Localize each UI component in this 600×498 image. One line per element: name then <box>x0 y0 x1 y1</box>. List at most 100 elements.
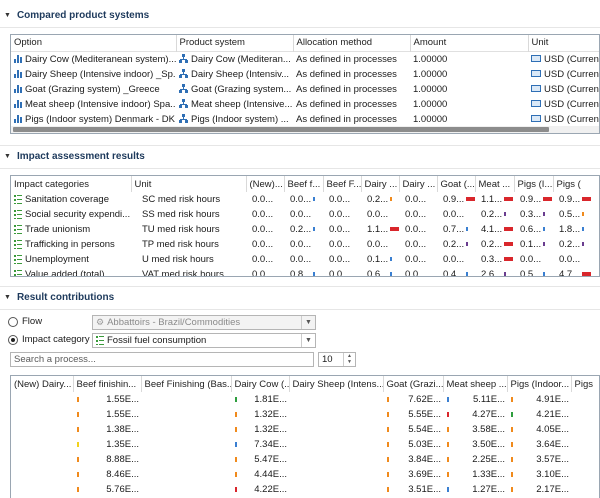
contribution-cell[interactable]: 4.05E... <box>507 422 571 437</box>
result-cell[interactable]: 0.0... <box>437 207 475 222</box>
flow-select[interactable]: ⚙ Abbattoirs - Brazil/Commodities ▼ <box>92 315 316 330</box>
table-row[interactable]: 8.46E... 4.44E... 3.69E... 1.33E... 3.10E... <box>11 467 599 482</box>
result-cell[interactable]: 0.2... <box>475 207 514 222</box>
contribution-cell[interactable]: 5.11E... <box>443 392 507 407</box>
contribution-cell[interactable]: 3.50E... <box>443 437 507 452</box>
contribution-cell[interactable]: 2.17E... <box>507 482 571 497</box>
contribution-cell[interactable] <box>289 407 383 422</box>
table-cell[interactable]: USD (Currenci <box>528 51 599 67</box>
table-row[interactable]: 5.76E... 4.22E... 3.51E... 1.27E... 2.17E... <box>11 482 599 497</box>
result-cell[interactable]: 0.9... <box>553 192 599 207</box>
result-cell[interactable]: 0.2... <box>284 222 323 237</box>
contribution-cell[interactable] <box>141 467 231 482</box>
contribution-cell[interactable] <box>141 422 231 437</box>
column-header-unit[interactable]: Unit <box>528 35 599 51</box>
result-cell[interactable]: 0.2... <box>553 237 599 252</box>
contribution-cell[interactable]: 4.44E... <box>231 467 289 482</box>
contribution-cell[interactable] <box>141 482 231 497</box>
result-cell[interactable]: 4.1... <box>475 222 514 237</box>
contribution-cell[interactable]: 3.84E... <box>383 452 443 467</box>
table-row[interactable]: Goat (Grazing system) _Greece Goat (Grazi… <box>11 82 599 97</box>
result-cell[interactable]: 0.5... <box>514 267 553 276</box>
contribution-cell[interactable] <box>141 392 231 407</box>
column-header-product-system[interactable]: Meat sheep ... <box>443 376 508 392</box>
result-cell[interactable]: 0.0... <box>323 267 361 276</box>
result-cell[interactable]: 0.0... <box>437 252 475 267</box>
contribution-cell[interactable] <box>289 467 383 482</box>
contribution-cell[interactable]: 1.55E... <box>73 407 141 422</box>
collapse-triangle-icon[interactable]: ▼ <box>4 153 11 160</box>
column-header-product-system[interactable]: Beef F... <box>323 176 362 192</box>
impact-category-cell[interactable]: Trafficking in persons <box>11 237 131 252</box>
contribution-cell[interactable] <box>571 452 599 467</box>
result-cell[interactable]: 1.8... <box>553 222 599 237</box>
table-row[interactable]: Pigs (Indoor system) Denmark - DK Pigs (I… <box>11 112 599 127</box>
column-header-impact-categories[interactable]: Impact categories <box>11 176 132 192</box>
result-cell[interactable]: 0.2... <box>475 237 514 252</box>
contribution-cell[interactable]: 8.88E... <box>73 452 141 467</box>
result-cell[interactable]: 0.4... <box>437 267 475 276</box>
table-row[interactable]: Value added (total) VAT med risk hours 0.0… <box>11 267 599 276</box>
contribution-cell[interactable] <box>571 392 599 407</box>
table-cell[interactable]: As defined in processes <box>293 67 410 82</box>
contribution-cell[interactable]: 8.46E... <box>73 467 141 482</box>
column-header-product-system[interactable]: Dairy ... <box>399 176 438 192</box>
collapse-triangle-icon[interactable]: ▼ <box>4 294 11 301</box>
column-header-product-system[interactable]: Pigs (I... <box>514 176 554 192</box>
collapse-triangle-icon[interactable]: ▼ <box>4 12 11 19</box>
table-cell[interactable]: 1.00000 <box>410 51 528 67</box>
table-cell[interactable]: As defined in processes <box>293 112 410 127</box>
table-cell[interactable]: USD (Currenci <box>528 67 599 82</box>
column-header-unit[interactable]: Unit <box>131 176 247 192</box>
table-cell[interactable]: USD (Currenci <box>528 82 599 97</box>
table-row[interactable]: 8.88E... 5.47E... 3.84E... 2.25E... 3.57E... <box>11 452 599 467</box>
result-cell[interactable]: 0.8... <box>284 267 323 276</box>
contribution-cell[interactable]: 2.25E... <box>443 452 507 467</box>
result-cell[interactable]: 0.0... <box>323 252 361 267</box>
column-header-product-system[interactable]: Beef finishin... <box>73 376 142 392</box>
result-cell[interactable]: 1.1... <box>475 192 514 207</box>
unit-cell[interactable]: U med risk hours <box>131 252 246 267</box>
impact-category-cell[interactable]: Trade unionism <box>11 222 131 237</box>
result-cell[interactable]: 1.1... <box>361 222 399 237</box>
unit-cell[interactable]: VAT med risk hours <box>131 267 246 276</box>
table-cell[interactable]: Pigs (Indoor system) Denmark - DK <box>11 112 176 127</box>
contribution-cell[interactable]: 3.57E... <box>507 452 571 467</box>
impact-category-radio[interactable] <box>8 334 18 345</box>
contribution-cell[interactable]: 5.76E... <box>73 482 141 497</box>
result-cell[interactable]: 0.2... <box>437 237 475 252</box>
contribution-cell[interactable]: 4.22E... <box>231 482 289 497</box>
result-cell[interactable]: 0.1... <box>361 252 399 267</box>
table-cell[interactable]: As defined in processes <box>293 51 410 67</box>
table-row[interactable]: Trade unionism TU med risk hours 0.0... 0.2… <box>11 222 599 237</box>
contribution-cell[interactable]: 1.32E... <box>231 422 289 437</box>
impact-category-cell[interactable]: Social security expendi... <box>11 207 131 222</box>
impact-category-cell[interactable]: Sanitation coverage <box>11 192 131 207</box>
table-cell[interactable]: USD (Currenci <box>528 112 599 127</box>
result-cell[interactable]: 0.0... <box>323 237 361 252</box>
contribution-cell[interactable] <box>571 437 599 452</box>
table-cell[interactable]: Meat sheep (Intensive indoor) Spa... <box>11 97 176 112</box>
table-cell[interactable]: Meat sheep (Intensive... <box>176 97 293 112</box>
column-header-product-system[interactable]: Dairy Cow (... <box>231 376 290 392</box>
result-cell[interactable]: 0.0... <box>514 252 553 267</box>
result-cell[interactable]: 0.0... <box>553 252 599 267</box>
column-header-product-system[interactable]: Pigs <box>571 376 599 392</box>
contribution-cell[interactable] <box>141 407 231 422</box>
contribution-cell[interactable] <box>11 467 73 482</box>
flow-radio-option[interactable]: Flow <box>8 316 42 327</box>
spinner-arrows-icon[interactable]: ▲ ▼ <box>343 353 355 366</box>
contribution-cell[interactable]: 1.27E... <box>443 482 507 497</box>
unit-cell[interactable]: TU med risk hours <box>131 222 246 237</box>
contribution-cell[interactable]: 3.64E... <box>507 437 571 452</box>
result-cell[interactable]: 0.0... <box>246 237 284 252</box>
unit-cell[interactable]: SC med risk hours <box>131 192 246 207</box>
result-cell[interactable]: 0.6... <box>514 222 553 237</box>
contribution-cell[interactable]: 4.27E... <box>443 407 507 422</box>
contribution-cell[interactable] <box>289 452 383 467</box>
table-cell[interactable]: Goat (Grazing system... <box>176 82 293 97</box>
column-header-option[interactable]: Option <box>11 35 177 51</box>
column-header-product-system[interactable]: (New) Dairy... <box>11 376 74 392</box>
table-cell[interactable]: Goat (Grazing system) _Greece <box>11 82 176 97</box>
column-header-allocation-method[interactable]: Allocation method <box>293 35 411 51</box>
